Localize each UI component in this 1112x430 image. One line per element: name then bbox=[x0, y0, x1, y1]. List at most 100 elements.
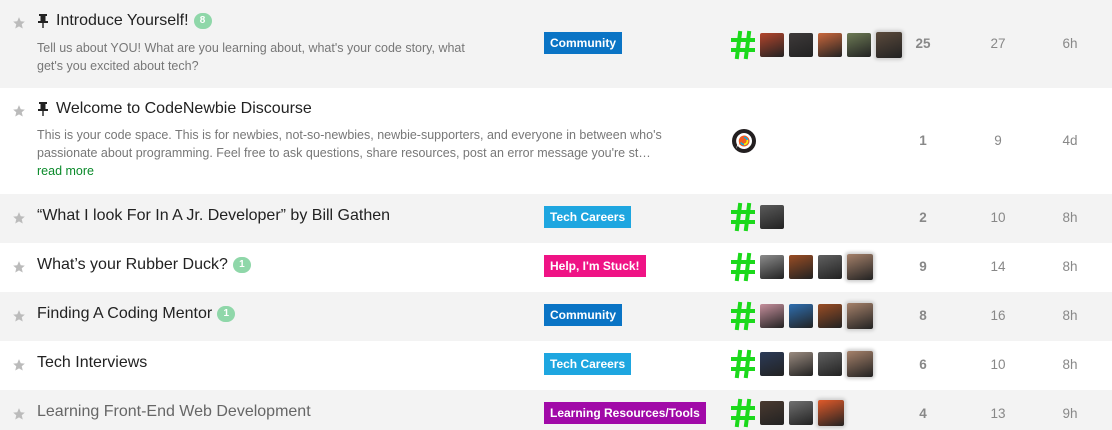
unread-count-badge[interactable]: 1 bbox=[232, 257, 251, 273]
category-badge[interactable]: Community bbox=[544, 304, 622, 326]
topic-title-link[interactable]: Welcome to CodeNewbie Discourse bbox=[56, 100, 312, 118]
posters bbox=[731, 30, 907, 60]
activity-time[interactable]: 4d bbox=[1045, 133, 1095, 148]
avatar[interactable] bbox=[789, 255, 813, 279]
avatar[interactable] bbox=[818, 304, 842, 328]
topic-row[interactable]: Finding A Coding Mentor 1 Community 8 16 8h bbox=[0, 292, 1112, 341]
views-count: 13 bbox=[990, 406, 1006, 421]
views-count: 10 bbox=[990, 357, 1006, 372]
discourse-logo-icon[interactable] bbox=[731, 128, 757, 154]
topic-excerpt: This is your code space. This is for new… bbox=[37, 126, 662, 180]
hash-icon bbox=[731, 398, 755, 428]
topic-row[interactable]: Learning Front-End Web Development Learni… bbox=[0, 390, 1112, 430]
hash-icon bbox=[731, 349, 755, 379]
avatar[interactable] bbox=[760, 33, 784, 57]
unread-count-badge[interactable]: 8 bbox=[193, 13, 212, 29]
activity-time[interactable]: 6h bbox=[1045, 36, 1095, 51]
replies-count[interactable]: 9 bbox=[898, 259, 948, 274]
topic-title-wrap: Tech Interviews bbox=[37, 354, 147, 372]
topic-row[interactable]: What’s your Rubber Duck? 1 Help, I'm Stuck… bbox=[0, 243, 1112, 292]
posters bbox=[731, 202, 789, 232]
star-icon[interactable] bbox=[12, 16, 26, 30]
topic-excerpt: Tell us about YOU! What are you learning… bbox=[37, 39, 465, 75]
replies-count[interactable]: 1 bbox=[898, 133, 948, 148]
activity-time[interactable]: 8h bbox=[1045, 259, 1095, 274]
avatar[interactable] bbox=[760, 205, 784, 229]
topic-title-link[interactable]: Introduce Yourself! bbox=[56, 12, 189, 30]
excerpt-line: This is your code space. This is for new… bbox=[37, 128, 662, 142]
avatar[interactable] bbox=[847, 33, 871, 57]
avatar[interactable] bbox=[789, 352, 813, 376]
excerpt-line: Tell us about YOU! What are you learning… bbox=[37, 41, 465, 55]
topic-title-link[interactable]: “What I look For In A Jr. Developer” by … bbox=[37, 207, 390, 225]
topic-title-link[interactable]: What’s your Rubber Duck? bbox=[37, 256, 228, 274]
topic-title-wrap: Finding A Coding Mentor 1 bbox=[37, 305, 236, 323]
replies-count[interactable]: 4 bbox=[898, 406, 948, 421]
category-badge[interactable]: Tech Careers bbox=[544, 353, 632, 375]
hash-icon bbox=[731, 252, 755, 282]
posters bbox=[731, 252, 878, 282]
star-icon[interactable] bbox=[12, 104, 26, 118]
views-count: 9 bbox=[994, 133, 1002, 148]
views-count: 14 bbox=[990, 259, 1006, 274]
topic-title-wrap: Welcome to CodeNewbie Discourse bbox=[37, 100, 312, 118]
avatar[interactable] bbox=[818, 33, 842, 57]
avatar[interactable] bbox=[760, 255, 784, 279]
activity-time[interactable]: 8h bbox=[1045, 308, 1095, 323]
star-icon[interactable] bbox=[12, 309, 26, 323]
avatar[interactable] bbox=[789, 401, 813, 425]
excerpt-line: get's you excited about tech? bbox=[37, 59, 199, 73]
avatar[interactable] bbox=[789, 304, 813, 328]
avatar[interactable] bbox=[760, 304, 784, 328]
topic-title-link[interactable]: Learning Front-End Web Development bbox=[37, 403, 311, 421]
hash-icon bbox=[731, 202, 755, 232]
views-count: 16 bbox=[990, 308, 1006, 323]
replies-count[interactable]: 2 bbox=[898, 210, 948, 225]
topic-title-link[interactable]: Finding A Coding Mentor bbox=[37, 305, 212, 323]
unread-count-badge[interactable]: 1 bbox=[217, 306, 236, 322]
category-badge[interactable]: Learning Resources/Tools bbox=[544, 402, 706, 424]
hash-icon bbox=[731, 301, 755, 331]
avatar[interactable] bbox=[847, 254, 873, 280]
topic-title-wrap: “What I look For In A Jr. Developer” by … bbox=[37, 207, 390, 225]
views-count: 10 bbox=[990, 210, 1006, 225]
avatar[interactable] bbox=[760, 401, 784, 425]
topic-row[interactable]: Introduce Yourself! 8 Tell us about YOU! W… bbox=[0, 0, 1112, 88]
topic-title-wrap: What’s your Rubber Duck? 1 bbox=[37, 256, 251, 274]
avatar[interactable] bbox=[760, 352, 784, 376]
star-icon[interactable] bbox=[12, 407, 26, 421]
read-more-link[interactable]: read more bbox=[37, 164, 94, 178]
topic-list: Introduce Yourself! 8 Tell us about YOU! W… bbox=[0, 0, 1112, 430]
pin-icon bbox=[37, 14, 49, 28]
avatar[interactable] bbox=[847, 303, 873, 329]
topic-row[interactable]: Tech Interviews Tech Careers 6 10 8h bbox=[0, 341, 1112, 390]
category-badge[interactable]: Tech Careers bbox=[544, 206, 632, 228]
category-badge[interactable]: Community bbox=[544, 32, 622, 54]
replies-count[interactable]: 6 bbox=[898, 357, 948, 372]
activity-time[interactable]: 8h bbox=[1045, 210, 1095, 225]
star-icon[interactable] bbox=[12, 260, 26, 274]
avatar[interactable] bbox=[818, 352, 842, 376]
activity-time[interactable]: 8h bbox=[1045, 357, 1095, 372]
excerpt-line: passionate about programming. Feel free … bbox=[37, 146, 651, 160]
topic-row[interactable]: “What I look For In A Jr. Developer” by … bbox=[0, 194, 1112, 243]
replies-count[interactable]: 8 bbox=[898, 308, 948, 323]
avatar[interactable] bbox=[789, 33, 813, 57]
topic-row[interactable]: Welcome to CodeNewbie Discourse This is y… bbox=[0, 88, 1112, 194]
posters bbox=[731, 349, 878, 379]
star-icon[interactable] bbox=[12, 358, 26, 372]
replies-count[interactable]: 25 bbox=[898, 36, 948, 51]
activity-time[interactable]: 9h bbox=[1045, 406, 1095, 421]
hash-icon bbox=[731, 30, 755, 60]
posters bbox=[731, 301, 878, 331]
category-badge[interactable]: Help, I'm Stuck! bbox=[544, 255, 646, 277]
topic-title-link[interactable]: Tech Interviews bbox=[37, 354, 147, 372]
pin-icon bbox=[37, 102, 49, 116]
posters bbox=[731, 398, 849, 428]
star-icon[interactable] bbox=[12, 211, 26, 225]
avatar[interactable] bbox=[847, 351, 873, 377]
topic-title-wrap: Learning Front-End Web Development bbox=[37, 403, 311, 421]
avatar[interactable] bbox=[818, 255, 842, 279]
topic-title-wrap: Introduce Yourself! 8 bbox=[37, 12, 212, 30]
avatar[interactable] bbox=[818, 400, 844, 426]
